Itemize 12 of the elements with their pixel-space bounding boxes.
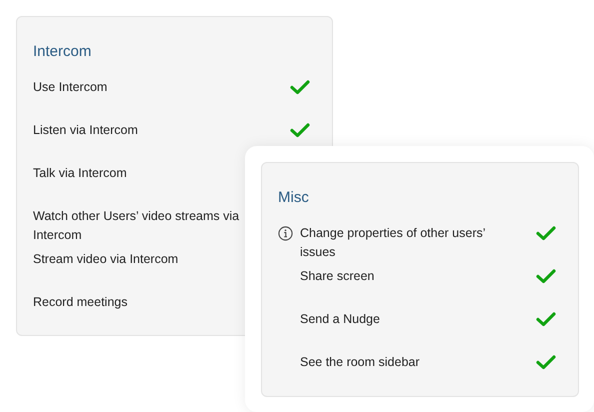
permission-label: Share screen: [300, 268, 374, 285]
permission-label: Record meetings: [33, 294, 128, 311]
permission-label: Use Intercom: [33, 79, 108, 96]
permission-label: Change properties of other users’ issues: [300, 225, 486, 261]
permission-label: See the room sidebar: [300, 354, 420, 371]
section-title: Intercom: [33, 42, 92, 62]
permission-label: Listen via Intercom: [33, 122, 138, 139]
permission-label: Send a Nudge: [300, 311, 380, 328]
permission-label: Talk via Intercom: [33, 165, 127, 182]
permission-label: Watch other Users’ video streams via Intercom: [33, 208, 240, 244]
section-title: Misc: [278, 188, 310, 208]
permission-label: Stream video via Intercom: [33, 251, 178, 268]
